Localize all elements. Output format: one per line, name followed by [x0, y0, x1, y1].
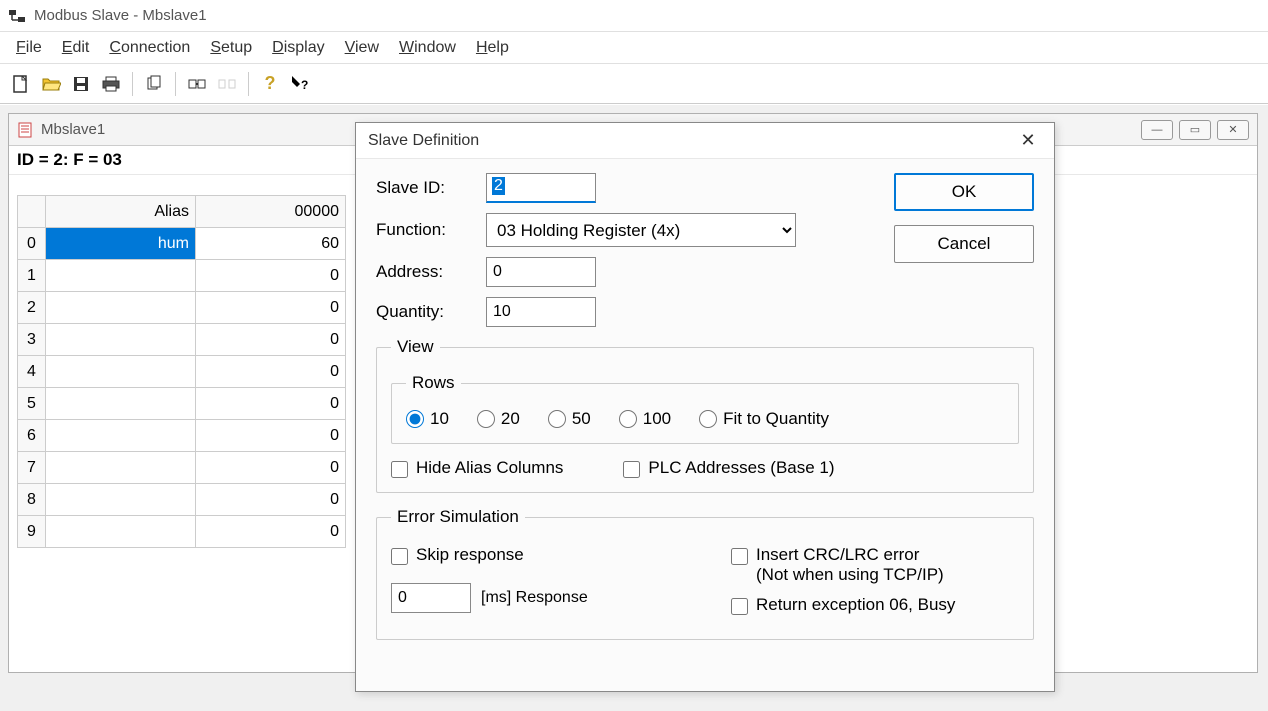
connect-icon[interactable]: [184, 71, 210, 97]
menu-connection[interactable]: Connection: [99, 35, 200, 61]
slaveid-selection: 2: [492, 177, 505, 195]
cancel-button[interactable]: Cancel: [894, 225, 1034, 263]
function-label: Function:: [376, 220, 486, 240]
table-row: 60: [18, 420, 346, 452]
insert-crc-checkbox[interactable]: Insert CRC/LRC error(Not when using TCP/…: [731, 545, 1019, 585]
rows-100-radio[interactable]: 100: [619, 409, 671, 429]
app-title: Modbus Slave - Mbslave1: [34, 7, 207, 24]
rows-group: Rows 10 20 50 100 Fit to Quantity: [391, 373, 1019, 444]
table-row: 30: [18, 324, 346, 356]
table-row: 20: [18, 292, 346, 324]
app-icon: [8, 7, 26, 25]
quantity-input[interactable]: [486, 297, 596, 327]
close-button[interactable]: ✕: [1217, 120, 1249, 140]
app-titlebar: Modbus Slave - Mbslave1: [0, 0, 1268, 32]
view-legend: View: [391, 337, 440, 357]
table-row: 0hum60: [18, 228, 346, 260]
table-row: 10: [18, 260, 346, 292]
rows-10-radio[interactable]: 10: [406, 409, 449, 429]
help-icon[interactable]: ?: [257, 71, 283, 97]
col-value[interactable]: 00000: [196, 196, 346, 228]
minimize-button[interactable]: —: [1141, 120, 1173, 140]
skip-response-checkbox[interactable]: Skip response: [391, 545, 671, 565]
menu-window[interactable]: Window: [389, 35, 466, 61]
menu-file[interactable]: File: [6, 35, 52, 61]
close-icon[interactable]: ✕: [1014, 127, 1042, 155]
register-table[interactable]: Alias 00000 0hum60 10 20 30 40 50 60 70 …: [17, 195, 346, 548]
save-icon[interactable]: [68, 71, 94, 97]
new-icon[interactable]: [8, 71, 34, 97]
menu-view[interactable]: View: [335, 35, 389, 61]
error-sim-group: Error Simulation Skip response [ms] Resp…: [376, 507, 1034, 640]
toolbar-sep: [175, 72, 176, 96]
rows-50-radio[interactable]: 50: [548, 409, 591, 429]
dialog-titlebar[interactable]: Slave Definition ✕: [356, 123, 1054, 159]
address-input[interactable]: [486, 257, 596, 287]
hide-alias-checkbox[interactable]: Hide Alias Columns: [391, 458, 563, 478]
menu-display[interactable]: Display: [262, 35, 334, 61]
ok-button[interactable]: OK: [894, 173, 1034, 211]
rows-legend: Rows: [406, 373, 461, 393]
document-icon: [17, 121, 35, 139]
svg-text:?: ?: [301, 78, 308, 92]
response-delay-label: [ms] Response: [481, 589, 588, 607]
maximize-button[interactable]: ▭: [1179, 120, 1211, 140]
table-row: 90: [18, 516, 346, 548]
menu-help[interactable]: Help: [466, 35, 519, 61]
error-sim-legend: Error Simulation: [391, 507, 525, 527]
open-icon[interactable]: [38, 71, 64, 97]
menubar: File Edit Connection Setup Display View …: [0, 32, 1268, 64]
menu-setup[interactable]: Setup: [200, 35, 262, 61]
table-row: 50: [18, 388, 346, 420]
disconnect-icon[interactable]: [214, 71, 240, 97]
col-alias[interactable]: Alias: [46, 196, 196, 228]
rows-fit-radio[interactable]: Fit to Quantity: [699, 409, 829, 429]
return-exception-checkbox[interactable]: Return exception 06, Busy: [731, 595, 1019, 615]
copy-icon[interactable]: [141, 71, 167, 97]
table-corner: [18, 196, 46, 228]
rows-20-radio[interactable]: 20: [477, 409, 520, 429]
context-help-icon[interactable]: ?: [287, 71, 313, 97]
address-label: Address:: [376, 262, 486, 282]
view-group: View Rows 10 20 50 100 Fit to Quantity H…: [376, 337, 1034, 493]
slaveid-label: Slave ID:: [376, 178, 486, 198]
toolbar-sep: [248, 72, 249, 96]
menu-edit[interactable]: Edit: [52, 35, 100, 61]
dialog-title: Slave Definition: [368, 132, 1014, 150]
table-row: 40: [18, 356, 346, 388]
table-row: 70: [18, 452, 346, 484]
plc-addresses-checkbox[interactable]: PLC Addresses (Base 1): [623, 458, 834, 478]
toolbar: ? ?: [0, 64, 1268, 104]
slave-definition-dialog: Slave Definition ✕ OK Cancel Slave ID: 2…: [355, 122, 1055, 692]
toolbar-sep: [132, 72, 133, 96]
print-icon[interactable]: [98, 71, 124, 97]
quantity-label: Quantity:: [376, 302, 486, 322]
function-select[interactable]: 03 Holding Register (4x): [486, 213, 796, 247]
table-row: 80: [18, 484, 346, 516]
response-delay-input[interactable]: [391, 583, 471, 613]
